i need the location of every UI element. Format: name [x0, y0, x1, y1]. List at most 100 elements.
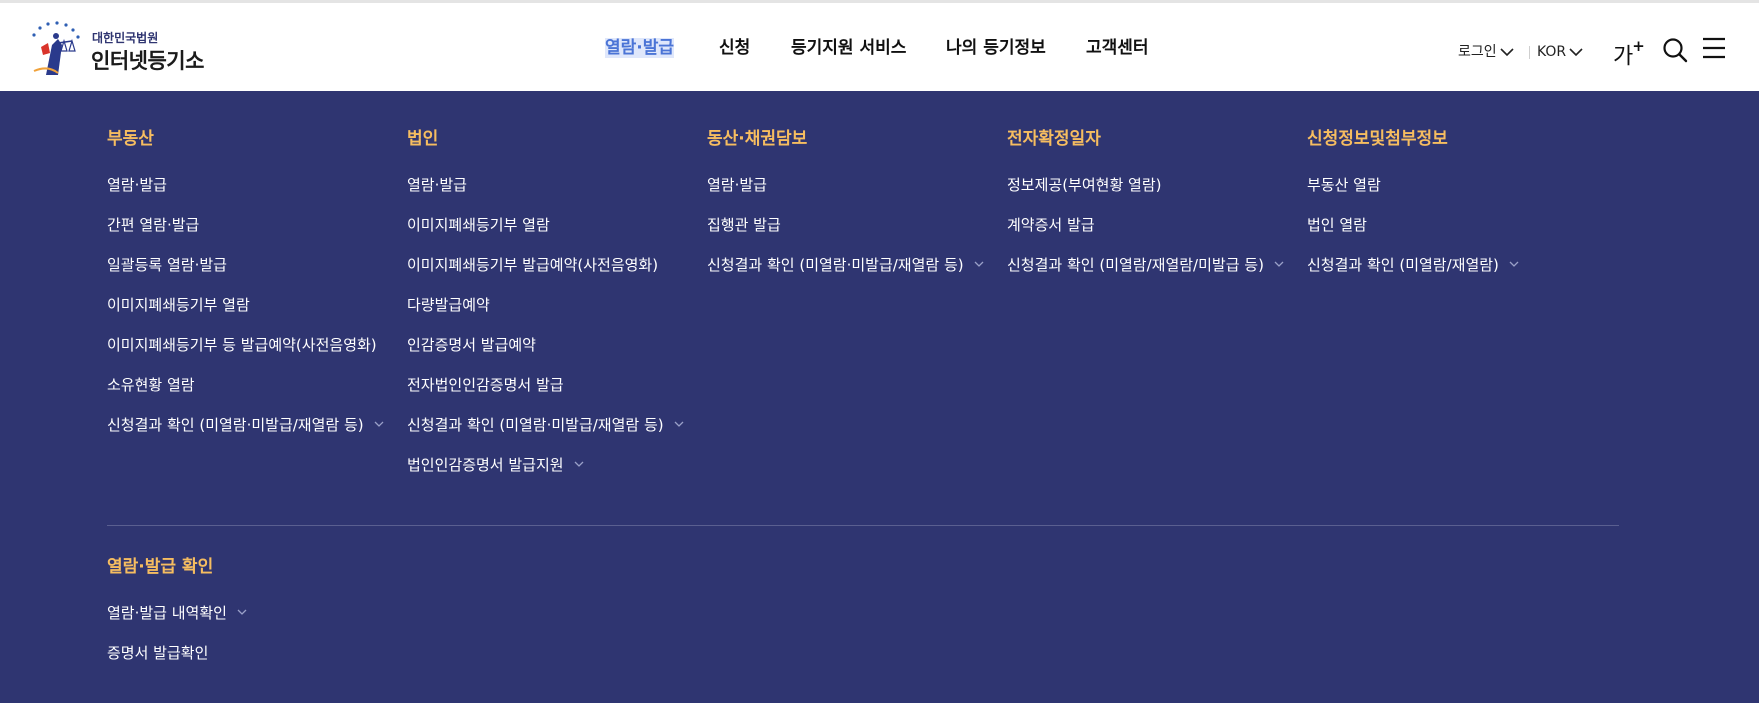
menu-link[interactable]: 일괄등록 열람·발급: [107, 254, 384, 294]
gnb-item-my-registry[interactable]: 나의 등기정보: [946, 36, 1046, 60]
section-divider: [107, 525, 1619, 526]
column-title: 부동산: [107, 129, 154, 149]
menu-link[interactable]: 간편 열람·발급: [107, 214, 384, 254]
menu-link-label: 열람·발급: [107, 176, 167, 194]
menu-link-expandable[interactable]: 신청결과 확인 (미열람·미발급/재열람 등): [107, 414, 384, 454]
menu-link-expandable[interactable]: 신청결과 확인 (미열람·미발급/재열람 등): [407, 414, 684, 454]
menu-link-label: 법인 열람: [1307, 216, 1367, 234]
chevron-down-icon: [574, 461, 584, 467]
gnb-item-label: 열람·발급: [605, 38, 675, 58]
chevron-down-icon: [1274, 261, 1284, 267]
font-size-plus: +: [1632, 37, 1645, 55]
menu-link-label: 열람·발급: [407, 176, 467, 194]
menu-link-label: 일괄등록 열람·발급: [107, 256, 227, 274]
gnb-item-support-service[interactable]: 등기지원 서비스: [791, 36, 906, 60]
menu-link-expandable[interactable]: 신청결과 확인 (미열람/재열람/미발급 등): [1007, 254, 1284, 294]
menu-link[interactable]: 이미지폐쇄등기부 열람: [107, 294, 384, 334]
column-title: 열람·발급 확인: [107, 557, 214, 577]
menu-link-label: 이미지폐쇄등기부 등 발급예약(사전음영화): [107, 336, 377, 354]
column-title: 신청정보및첨부정보: [1307, 129, 1448, 149]
menu-link[interactable]: 인감증명서 발급예약: [407, 334, 684, 374]
menu-link-label: 신청결과 확인 (미열람·미발급/재열람 등): [407, 416, 664, 434]
column-title: 전자확정일자: [1007, 129, 1101, 149]
menu-link-expandable[interactable]: 신청결과 확인 (미열람/재열람): [1307, 254, 1519, 294]
gnb-item-customer-center[interactable]: 고객센터: [1086, 36, 1149, 60]
menu-link[interactable]: 집행관 발급: [707, 214, 984, 254]
menu-link-label: 집행관 발급: [707, 216, 781, 234]
gnb-item-apply[interactable]: 신청: [719, 36, 750, 60]
column-list: 열람·발급 간편 열람·발급 일괄등록 열람·발급 이미지폐쇄등기부 열람 이미…: [107, 174, 384, 454]
chevron-down-icon: [374, 421, 384, 427]
chevron-down-icon: [674, 421, 684, 427]
menu-column-real-estate: 부동산 열람·발급 간편 열람·발급 일괄등록 열람·발급 이미지폐쇄등기부 열…: [107, 127, 384, 454]
menu-link-label: 이미지폐쇄등기부 열람: [407, 216, 550, 234]
menu-link-label: 전자법인인감증명서 발급: [407, 376, 564, 394]
menu-link[interactable]: 전자법인인감증명서 발급: [407, 374, 684, 414]
menu-link[interactable]: 다량발급예약: [407, 294, 684, 334]
menu-link[interactable]: 정보제공(부여현황 열람): [1007, 174, 1284, 214]
search-button[interactable]: [1662, 37, 1688, 67]
util-divider: [1529, 46, 1530, 59]
column-list: 열람·발급 집행관 발급 신청결과 확인 (미열람·미발급/재열람 등): [707, 174, 984, 294]
menu-link[interactable]: 열람·발급: [107, 174, 384, 214]
column-list: 부동산 열람 법인 열람 신청결과 확인 (미열람/재열람): [1307, 174, 1519, 294]
language-dropdown[interactable]: KOR: [1537, 43, 1583, 61]
gnb-item-label: 신청: [719, 38, 751, 58]
menu-link-expandable[interactable]: 신청결과 확인 (미열람·미발급/재열람 등): [707, 254, 984, 294]
menu-link-label: 정보제공(부여현황 열람): [1007, 176, 1162, 194]
menu-column-application-info: 신청정보및첨부정보 부동산 열람 법인 열람 신청결과 확인 (미열람/재열람): [1307, 127, 1519, 294]
menu-link[interactable]: 이미지폐쇄등기부 열람: [407, 214, 684, 254]
menu-link-expandable[interactable]: 열람·발급 내역확인: [107, 602, 247, 642]
column-title: 법인: [407, 129, 439, 149]
font-size-button[interactable]: 가+: [1613, 35, 1646, 72]
menu-link[interactable]: 이미지폐쇄등기부 발급예약(사전음영화): [407, 254, 684, 294]
gnb-item-label: 나의 등기정보: [946, 38, 1046, 58]
chevron-down-icon: [237, 609, 247, 615]
menu-link[interactable]: 열람·발급: [407, 174, 684, 214]
menu-column-movable-collateral: 동산·채권담보 열람·발급 집행관 발급 신청결과 확인 (미열람·미발급/재열…: [707, 127, 984, 294]
menu-link[interactable]: 계약증서 발급: [1007, 214, 1284, 254]
gnb-item-label: 등기지원 서비스: [791, 38, 907, 58]
menu-link-label: 열람·발급 내역확인: [107, 604, 227, 622]
chevron-down-icon: [974, 261, 984, 267]
menu-link-label: 신청결과 확인 (미열람/재열람): [1307, 256, 1499, 274]
menu-link[interactable]: 법인 열람: [1307, 214, 1519, 254]
menu-link-label: 열람·발급: [707, 176, 767, 194]
menu-link[interactable]: 증명서 발급확인: [107, 642, 247, 682]
gnb-item-label: 고객센터: [1086, 38, 1149, 58]
menu-link-expandable[interactable]: 법인인감증명서 발급지원: [407, 454, 684, 494]
menu-button[interactable]: [1702, 37, 1726, 63]
menu-section-view-issue-check: 열람·발급 확인 열람·발급 내역확인 증명서 발급확인: [107, 555, 247, 682]
menu-link-label: 간편 열람·발급: [107, 216, 200, 234]
gnb-item-view-issue[interactable]: 열람·발급: [605, 36, 675, 60]
menu-link-label: 부동산 열람: [1307, 176, 1381, 194]
column-title: 동산·채권담보: [707, 129, 808, 149]
menu-link-label: 다량발급예약: [407, 296, 490, 314]
menu-link-label: 신청결과 확인 (미열람·미발급/재열람 등): [107, 416, 364, 434]
menu-column-corporation: 법인 열람·발급 이미지폐쇄등기부 열람 이미지폐쇄등기부 발급예약(사전음영화…: [407, 127, 684, 494]
menu-link[interactable]: 이미지폐쇄등기부 등 발급예약(사전음영화): [107, 334, 384, 374]
menu-link-label: 인감증명서 발급예약: [407, 336, 536, 354]
language-label: KOR: [1537, 44, 1567, 60]
login-dropdown[interactable]: 로그인: [1458, 43, 1514, 61]
menu-link-label: 신청결과 확인 (미열람/재열람/미발급 등): [1007, 256, 1264, 274]
column-list: 열람·발급 내역확인 증명서 발급확인: [107, 602, 247, 682]
hamburger-menu-icon: [1703, 37, 1725, 59]
menu-link-label: 이미지폐쇄등기부 열람: [107, 296, 250, 314]
login-label: 로그인: [1458, 44, 1497, 60]
site-header: 대한민국법원 인터넷등기소 열람·발급 신청 등기지원 서비스 나의 등기정보 …: [0, 0, 1759, 91]
mega-menu-panel: 부동산 열람·발급 간편 열람·발급 일괄등록 열람·발급 이미지폐쇄등기부 열…: [0, 91, 1759, 703]
menu-link[interactable]: 열람·발급: [707, 174, 984, 214]
column-list: 정보제공(부여현황 열람) 계약증서 발급 신청결과 확인 (미열람/재열람/미…: [1007, 174, 1284, 294]
menu-link[interactable]: 부동산 열람: [1307, 174, 1519, 214]
menu-link[interactable]: 소유현황 열람: [107, 374, 384, 414]
menu-link-label: 소유현황 열람: [107, 376, 195, 394]
menu-link-label: 법인인감증명서 발급지원: [407, 456, 564, 474]
menu-link-label: 신청결과 확인 (미열람·미발급/재열람 등): [707, 256, 964, 274]
font-size-label: 가: [1613, 44, 1634, 70]
search-icon: [1663, 38, 1688, 63]
menu-column-e-fixed-date: 전자확정일자 정보제공(부여현황 열람) 계약증서 발급 신청결과 확인 (미열…: [1007, 127, 1284, 294]
chevron-down-icon: [1509, 261, 1519, 267]
column-list: 열람·발급 이미지폐쇄등기부 열람 이미지폐쇄등기부 발급예약(사전음영화) 다…: [407, 174, 684, 494]
menu-link-label: 계약증서 발급: [1007, 216, 1095, 234]
